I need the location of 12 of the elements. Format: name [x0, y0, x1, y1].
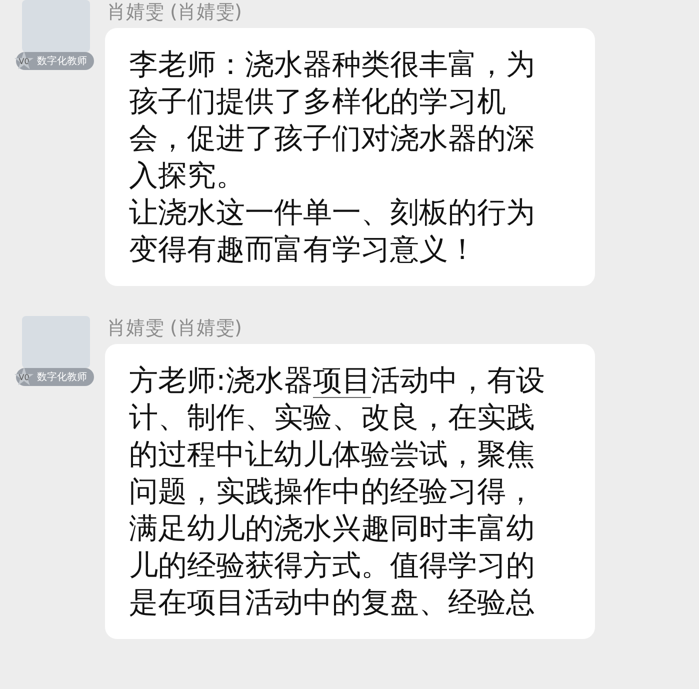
badge-title: 数字化教师 — [37, 370, 87, 384]
level-label: V0 — [14, 51, 34, 71]
sender-name: 肖婧雯 (肖婧雯) — [106, 316, 243, 340]
sender-name: 肖婧雯 (肖婧雯) — [106, 0, 243, 24]
keyword-link[interactable]: 项目 — [312, 363, 371, 398]
message-text: 方老师:浇水器项目 活动中，有设计、制作、实验、改良，在实践的过程中让幼儿体验尝试，聚焦问题，实践操作中的经验习得，满足幼儿的浇水兴趣同时丰富幼儿的经验获得方式。值得学习的是在项目活动中的复盘、经验总 — [129, 362, 546, 621]
photo-placeholder[interactable] — [22, 316, 90, 368]
badge-title: 数字化教师 — [37, 54, 87, 68]
photo-placeholder[interactable] — [22, 0, 90, 52]
level-label: V0 — [14, 367, 34, 387]
message-text: 李老师：浇水器种类很丰富，为孩子们提供了多样化的学习机会，促进了孩子们对浇水器的深入探究。 — [129, 46, 536, 194]
message-text: 让浇水这一件单一、刻板的行为变得有趣而富有学习意义！ — [129, 194, 536, 268]
